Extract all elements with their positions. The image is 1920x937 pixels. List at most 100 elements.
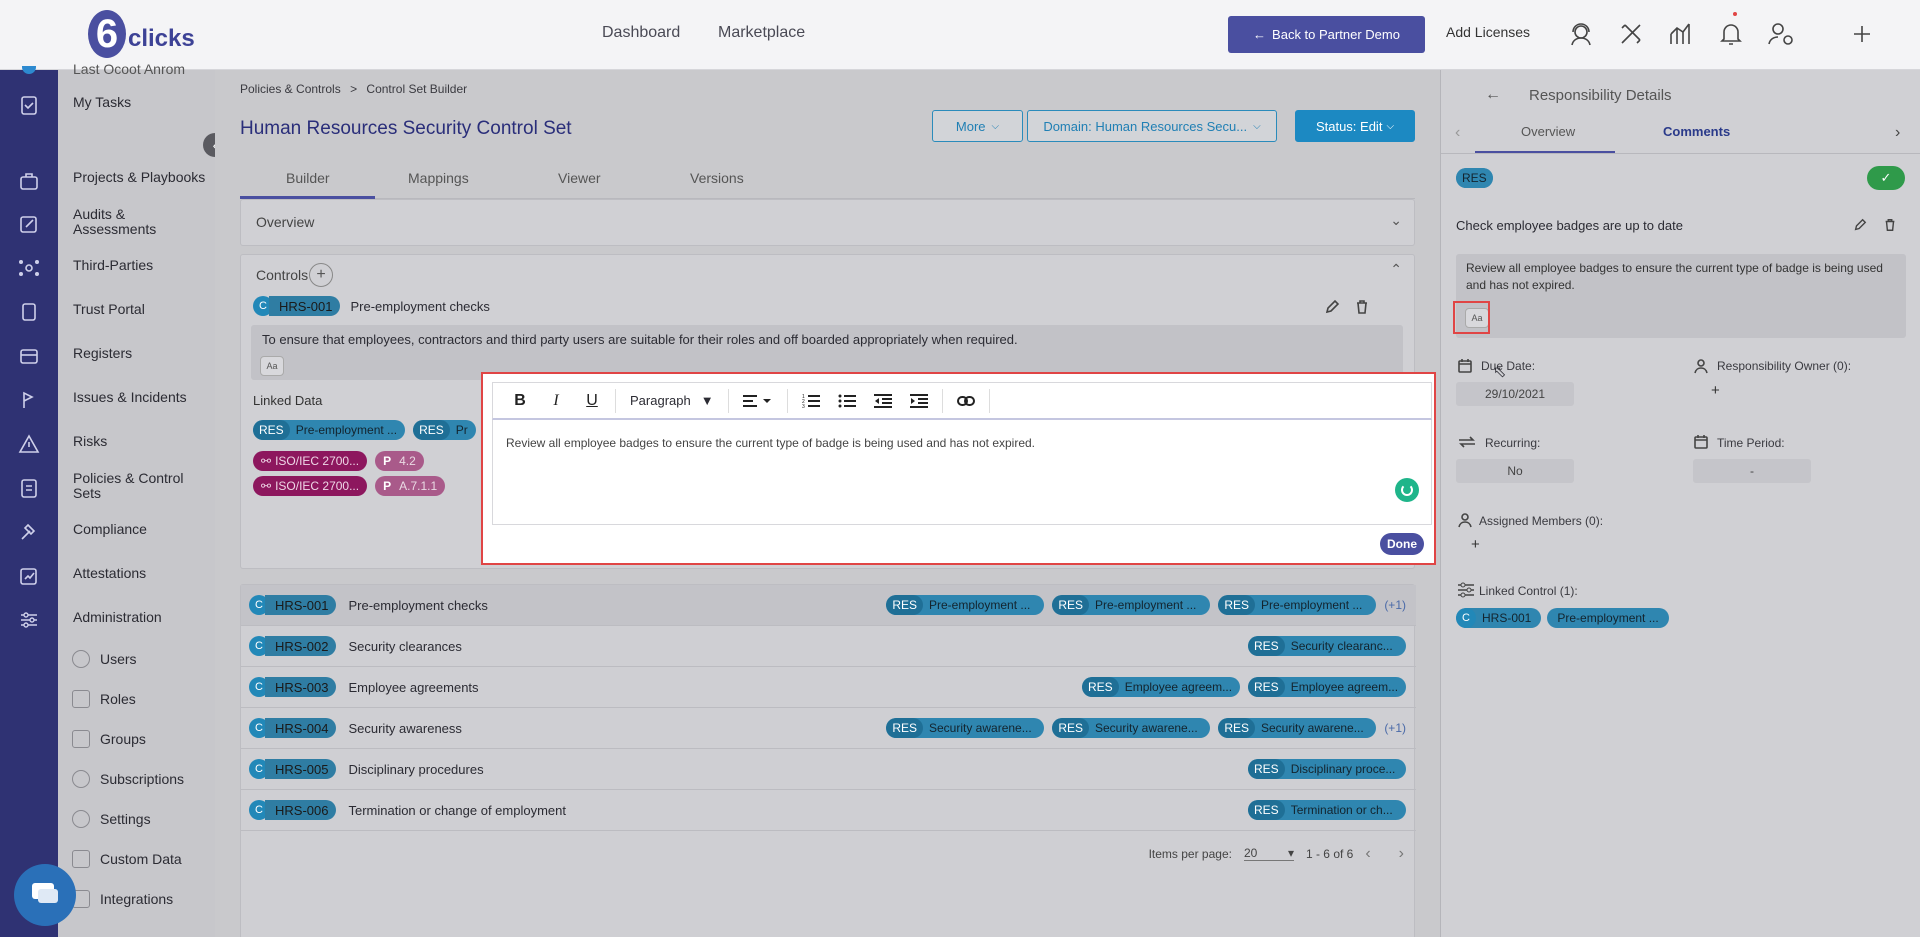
- trust-portal-icon[interactable]: [18, 301, 40, 323]
- linked-control-name-chip[interactable]: Pre-employment ...: [1547, 608, 1669, 628]
- due-date-value[interactable]: 29/10/2021: [1456, 382, 1574, 406]
- edit-pencil-icon[interactable]: [1324, 299, 1340, 315]
- add-licenses-link[interactable]: Add Licenses: [1446, 24, 1530, 40]
- res-chip[interactable]: RES Pre-employment ...: [886, 595, 1045, 615]
- edit-pencil-icon[interactable]: [1853, 218, 1867, 232]
- notifications-bell-icon[interactable]: [1717, 20, 1745, 48]
- bold-button[interactable]: B: [503, 386, 537, 416]
- linked-res-chip[interactable]: RES Pre-employment ...: [253, 420, 406, 440]
- analytics-icon[interactable]: [1667, 20, 1695, 48]
- more-button[interactable]: More ⌵: [932, 110, 1023, 142]
- back-arrow-icon[interactable]: ←: [1485, 86, 1501, 104]
- table-row[interactable]: C HRS-003 Employee agreements RES Employee a…: [241, 667, 1416, 708]
- tabs-prev-icon[interactable]: ‹: [1455, 124, 1460, 142]
- chat-launcher-button[interactable]: [14, 864, 76, 926]
- res-chip[interactable]: RES Termination or ch...: [1248, 800, 1406, 820]
- status-button[interactable]: Status: Edit ⌵: [1295, 110, 1415, 142]
- risk-warning-icon[interactable]: [18, 433, 40, 455]
- res-chip[interactable]: RES Security clearanc...: [1248, 636, 1406, 656]
- add-icon[interactable]: [1848, 20, 1876, 48]
- editor-content-area[interactable]: Review all employee badges to ensure the…: [492, 420, 1432, 525]
- res-chip[interactable]: RES Security awarene...: [1052, 718, 1211, 738]
- iso-chip[interactable]: ⚯ ISO/IEC 2700...: [253, 451, 368, 471]
- sidebar-item-policies[interactable]: Policies & Control Sets: [73, 471, 208, 501]
- res-chip[interactable]: RES Employee agreem...: [1082, 677, 1240, 697]
- sidebar-item-attestations[interactable]: Attestations: [73, 566, 146, 581]
- align-left-button[interactable]: [735, 386, 781, 416]
- linked-control-code-chip[interactable]: C HRS-001: [1456, 608, 1542, 628]
- tasks-icon[interactable]: [18, 94, 40, 116]
- res-chip[interactable]: RES Pre-employment ...: [1218, 595, 1377, 615]
- add-control-button[interactable]: +: [309, 263, 333, 287]
- numbered-list-button[interactable]: 123: [794, 386, 828, 416]
- compliance-hammer-icon[interactable]: [18, 521, 40, 543]
- table-row[interactable]: C HRS-001 Pre-employment checks RES Pre-empl…: [241, 585, 1416, 626]
- indent-button[interactable]: [902, 386, 936, 416]
- res-chip[interactable]: RES Security awarene...: [1218, 718, 1377, 738]
- tools-icon[interactable]: [1617, 20, 1645, 48]
- sidebar-item-issues[interactable]: Issues & Incidents: [73, 390, 187, 405]
- table-row[interactable]: C HRS-005 Disciplinary procedures RES Discip…: [241, 749, 1416, 790]
- nav-marketplace[interactable]: Marketplace: [718, 24, 805, 42]
- sidebar-item-risks[interactable]: Risks: [73, 434, 107, 449]
- iso-chip[interactable]: ⚯ ISO/IEC 2700...: [253, 476, 368, 496]
- sidebar-item-my-tasks[interactable]: My Tasks: [73, 95, 131, 110]
- sidebar-item-third-parties[interactable]: Third-Parties: [73, 258, 153, 273]
- table-row[interactable]: C HRS-004 Security awareness RES Security aw…: [241, 708, 1416, 749]
- add-owner-button[interactable]: +: [1711, 382, 1720, 399]
- prev-page-icon[interactable]: ‹: [1365, 845, 1370, 863]
- table-row[interactable]: C HRS-006 Termination or change of employm…: [241, 790, 1416, 831]
- panel-tab-comments[interactable]: Comments: [1663, 124, 1730, 139]
- more-count[interactable]: (+1): [1384, 598, 1406, 612]
- items-per-page-select[interactable]: 20 ▾: [1243, 846, 1294, 861]
- link-button[interactable]: [949, 386, 983, 416]
- domain-select[interactable]: Domain: Human Resources Secu... ⌵: [1027, 110, 1277, 142]
- iso-provision-chip[interactable]: P A.7.1.1: [375, 476, 446, 496]
- paragraph-style-select[interactable]: Paragraph ▼: [622, 393, 722, 408]
- tab-viewer[interactable]: Viewer: [558, 170, 601, 186]
- res-chip[interactable]: RES Security awarene...: [886, 718, 1045, 738]
- time-period-value[interactable]: -: [1693, 459, 1811, 483]
- bullet-list-button[interactable]: [830, 386, 864, 416]
- res-chip[interactable]: RES Employee agreem...: [1248, 677, 1406, 697]
- sidebar-sub-roles[interactable]: Roles: [72, 690, 136, 708]
- text-format-button[interactable]: Aa: [260, 356, 284, 376]
- sidebar-sub-integrations[interactable]: Integrations: [72, 890, 173, 908]
- user-settings-icon[interactable]: [1767, 20, 1795, 48]
- panel-tab-overview[interactable]: Overview: [1521, 124, 1575, 139]
- done-button[interactable]: Done: [1380, 533, 1424, 555]
- linked-res-chip[interactable]: RES Pr: [413, 420, 476, 440]
- underline-button[interactable]: U: [575, 386, 609, 416]
- delete-trash-icon[interactable]: [1354, 299, 1370, 315]
- tabs-next-icon[interactable]: ›: [1895, 124, 1900, 142]
- next-page-icon[interactable]: ›: [1399, 845, 1404, 863]
- app-logo[interactable]: 6 clicks: [88, 10, 195, 58]
- sidebar-item-projects[interactable]: Projects & Playbooks: [73, 170, 205, 185]
- sidebar-sub-custom-data[interactable]: Custom Data: [72, 850, 182, 868]
- attestations-icon[interactable]: [18, 565, 40, 587]
- sidebar-sub-subscriptions[interactable]: Subscriptions: [72, 770, 184, 788]
- outdent-button[interactable]: [866, 386, 900, 416]
- iso-provision-chip[interactable]: P 4.2: [375, 451, 424, 471]
- complete-check-button[interactable]: ✓: [1867, 166, 1905, 190]
- support-agent-icon[interactable]: [1567, 20, 1595, 48]
- res-chip[interactable]: RES Pre-employment ...: [1052, 595, 1211, 615]
- administration-sliders-icon[interactable]: [18, 609, 40, 631]
- registers-icon[interactable]: [18, 345, 40, 367]
- recurring-value[interactable]: No: [1456, 459, 1574, 483]
- sidebar-item-registers[interactable]: Registers: [73, 346, 132, 361]
- briefcase-icon[interactable]: [18, 170, 40, 192]
- sidebar-sub-users[interactable]: Users: [72, 650, 137, 668]
- sidebar-sub-groups[interactable]: Groups: [72, 730, 146, 748]
- more-count[interactable]: (+1): [1384, 721, 1406, 735]
- overview-panel[interactable]: Overview ⌄: [240, 199, 1415, 246]
- sidebar-sub-settings[interactable]: Settings: [72, 810, 151, 828]
- policies-icon[interactable]: [18, 477, 40, 499]
- issues-icon[interactable]: [18, 389, 40, 411]
- table-row[interactable]: C HRS-002 Security clearances RES Security c…: [241, 626, 1416, 667]
- grammar-assistant-icon[interactable]: [1395, 478, 1419, 502]
- sidebar-item-trust-portal[interactable]: Trust Portal: [73, 302, 145, 317]
- chevron-up-icon[interactable]: ⌃: [1390, 261, 1402, 278]
- sidebar-item-partial[interactable]: Last Ocoot Anrom: [73, 62, 185, 77]
- network-icon[interactable]: [18, 257, 40, 279]
